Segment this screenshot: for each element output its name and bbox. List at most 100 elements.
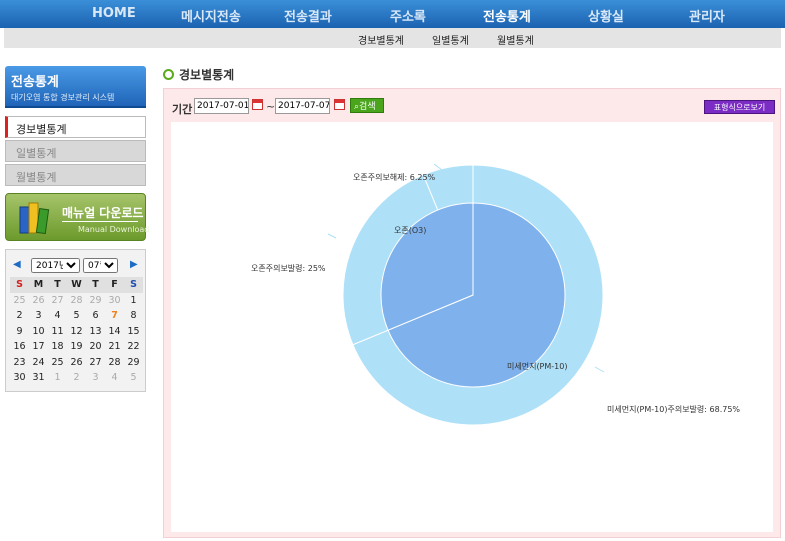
calendar-day[interactable]: 10 — [29, 324, 48, 340]
calendar-day[interactable]: 6 — [86, 308, 105, 324]
calendar-day[interactable]: 4 — [48, 308, 67, 324]
calendar-day[interactable]: 3 — [29, 308, 48, 324]
manual-divider — [62, 221, 138, 222]
sidebar-item-alert-stats[interactable]: 경보별통계 — [5, 116, 146, 138]
calendar-day[interactable]: 18 — [48, 339, 67, 355]
start-date-input[interactable] — [194, 98, 249, 114]
calendar-day[interactable]: 19 — [67, 339, 86, 355]
outer-slice-label: 오존주의보발령: 25% — [251, 263, 326, 273]
date-range-tilde: ~ — [266, 100, 276, 113]
calendar-day[interactable]: 7 — [105, 308, 124, 324]
inner-slice-label: 미세먼지(PM-10) — [507, 361, 567, 371]
weekday-header: M — [29, 277, 48, 293]
nav-admin[interactable]: 관리자 — [689, 6, 725, 25]
table-view-button[interactable]: 표형식으로보기 — [704, 100, 775, 114]
weekday-header: S — [10, 277, 29, 293]
search-button[interactable]: ⌕검색 — [350, 98, 384, 113]
weekday-header: W — [67, 277, 86, 293]
search-button-label: 검색 — [359, 102, 376, 112]
prev-month-icon[interactable]: ◀ — [13, 259, 21, 270]
calendar-day[interactable]: 29 — [124, 355, 143, 371]
calendar-day[interactable]: 22 — [124, 339, 143, 355]
calendar-day[interactable]: 25 — [10, 293, 29, 309]
calendar-header: ◀ 2017년 07월 ▶ — [6, 256, 145, 276]
month-select[interactable]: 07월 — [83, 258, 118, 273]
mini-calendar: ◀ 2017년 07월 ▶ S M T W T F S 25 26 27 28 29 30 1 2 3 4 5 6 7… — [5, 249, 146, 392]
calendar-day[interactable]: 2 — [67, 370, 86, 386]
top-navigation: HOME 메시지전송 전송결과 주소록 전송통계 상황실 관리자 — [0, 0, 785, 28]
calendar-day[interactable]: 1 — [48, 370, 67, 386]
calendar-day[interactable]: 24 — [29, 355, 48, 371]
nav-address-book[interactable]: 주소록 — [390, 6, 426, 25]
manual-download-button[interactable]: 매뉴얼 다운로드 Manual Download — [5, 193, 150, 241]
calendar-day[interactable]: 28 — [105, 355, 124, 371]
calendar-day[interactable]: 16 — [10, 339, 29, 355]
calendar-day[interactable]: 15 — [124, 324, 143, 340]
end-date-calendar-icon[interactable] — [334, 99, 345, 110]
start-date-calendar-icon[interactable] — [252, 99, 263, 110]
weekday-header: F — [105, 277, 124, 293]
statistics-panel: 기간 ~ ⌕검색 표형식으로보기 미세먼지(PM-10)오존(O3)미세먼지(P… — [163, 88, 781, 538]
calendar-day[interactable]: 9 — [10, 324, 29, 340]
sidebar-subtitle: 대기오염 통합 경보관리 시스템 — [11, 93, 115, 102]
year-select[interactable]: 2017년 — [31, 258, 80, 273]
period-label: 기간 — [172, 103, 193, 116]
calendar-day[interactable]: 30 — [10, 370, 29, 386]
weekday-header: S — [124, 277, 143, 293]
calendar-day[interactable]: 4 — [105, 370, 124, 386]
calendar-day[interactable]: 5 — [124, 370, 143, 386]
calendar-day[interactable]: 25 — [48, 355, 67, 371]
calendar-day[interactable]: 29 — [86, 293, 105, 309]
calendar-day[interactable]: 13 — [86, 324, 105, 340]
sidebar-header: 전송통계 대기오염 통합 경보관리 시스템 — [5, 66, 146, 108]
calendar-day[interactable]: 17 — [29, 339, 48, 355]
calendar-day[interactable]: 23 — [10, 355, 29, 371]
calendar-day[interactable]: 1 — [124, 293, 143, 309]
calendar-day[interactable]: 27 — [48, 293, 67, 309]
weekday-header: T — [48, 277, 67, 293]
calendar-grid: S M T W T F S 25 26 27 28 29 30 1 2 3 4 5 6 7 8 9 10 11 12 13 14 15… — [10, 277, 143, 386]
sidebar-item-monthly-stats[interactable]: 월별통계 — [5, 164, 146, 186]
nav-send-result[interactable]: 전송결과 — [284, 6, 332, 25]
calendar-day[interactable]: 8 — [124, 308, 143, 324]
calendar-day[interactable]: 21 — [105, 339, 124, 355]
manual-download-label: 매뉴얼 다운로드 — [62, 206, 144, 220]
donut-pie-chart: 미세먼지(PM-10) 오존(O3) 미세먼지(PM-10)주의보발령: 68.75… — [251, 163, 740, 426]
manual-download-sublabel: Manual Download — [78, 225, 150, 234]
calendar-day[interactable]: 27 — [86, 355, 105, 371]
sidebar-item-daily-stats[interactable]: 일별통계 — [5, 140, 146, 162]
outer-slice-label: 미세먼지(PM-10)주의보발령: 68.75% — [607, 404, 740, 414]
page-title: 경보별통계 — [163, 66, 234, 83]
calendar-day[interactable]: 26 — [67, 355, 86, 371]
nav-send-message[interactable]: 메시지전송 — [181, 6, 241, 25]
leader-line — [594, 366, 605, 373]
calendar-day[interactable]: 30 — [105, 293, 124, 309]
calendar-day[interactable]: 2 — [10, 308, 29, 324]
title-ring-icon — [163, 69, 174, 80]
nav-home[interactable]: HOME — [92, 6, 136, 21]
subnav-alert-stats[interactable]: 경보별통계 — [358, 32, 404, 47]
leader-line — [327, 233, 337, 239]
calendar-day[interactable]: 28 — [67, 293, 86, 309]
sidebar-title: 전송통계 — [11, 75, 59, 90]
nav-send-statistics[interactable]: 전송통계 — [483, 6, 531, 25]
outer-slice-label: 오존주의보해제: 6.25% — [353, 172, 436, 182]
weekday-header: T — [86, 277, 105, 293]
calendar-day[interactable]: 11 — [48, 324, 67, 340]
calendar-day[interactable]: 26 — [29, 293, 48, 309]
calendar-day[interactable]: 20 — [86, 339, 105, 355]
end-date-input[interactable] — [275, 98, 330, 114]
nav-situation-room[interactable]: 상황실 — [588, 6, 624, 25]
subnav-monthly-stats[interactable]: 월별통계 — [497, 32, 534, 47]
inner-slice-label: 오존(O3) — [394, 226, 426, 235]
pie-chart-area: 미세먼지(PM-10) 오존(O3) 미세먼지(PM-10)주의보발령: 68.75… — [171, 122, 773, 532]
calendar-day[interactable]: 12 — [67, 324, 86, 340]
page-title-text: 경보별통계 — [179, 68, 235, 82]
calendar-day[interactable]: 31 — [29, 370, 48, 386]
book-icon — [19, 202, 50, 235]
calendar-day[interactable]: 14 — [105, 324, 124, 340]
next-month-icon[interactable]: ▶ — [130, 259, 138, 270]
subnav-daily-stats[interactable]: 일별통계 — [432, 32, 469, 47]
calendar-day[interactable]: 5 — [67, 308, 86, 324]
calendar-day[interactable]: 3 — [86, 370, 105, 386]
